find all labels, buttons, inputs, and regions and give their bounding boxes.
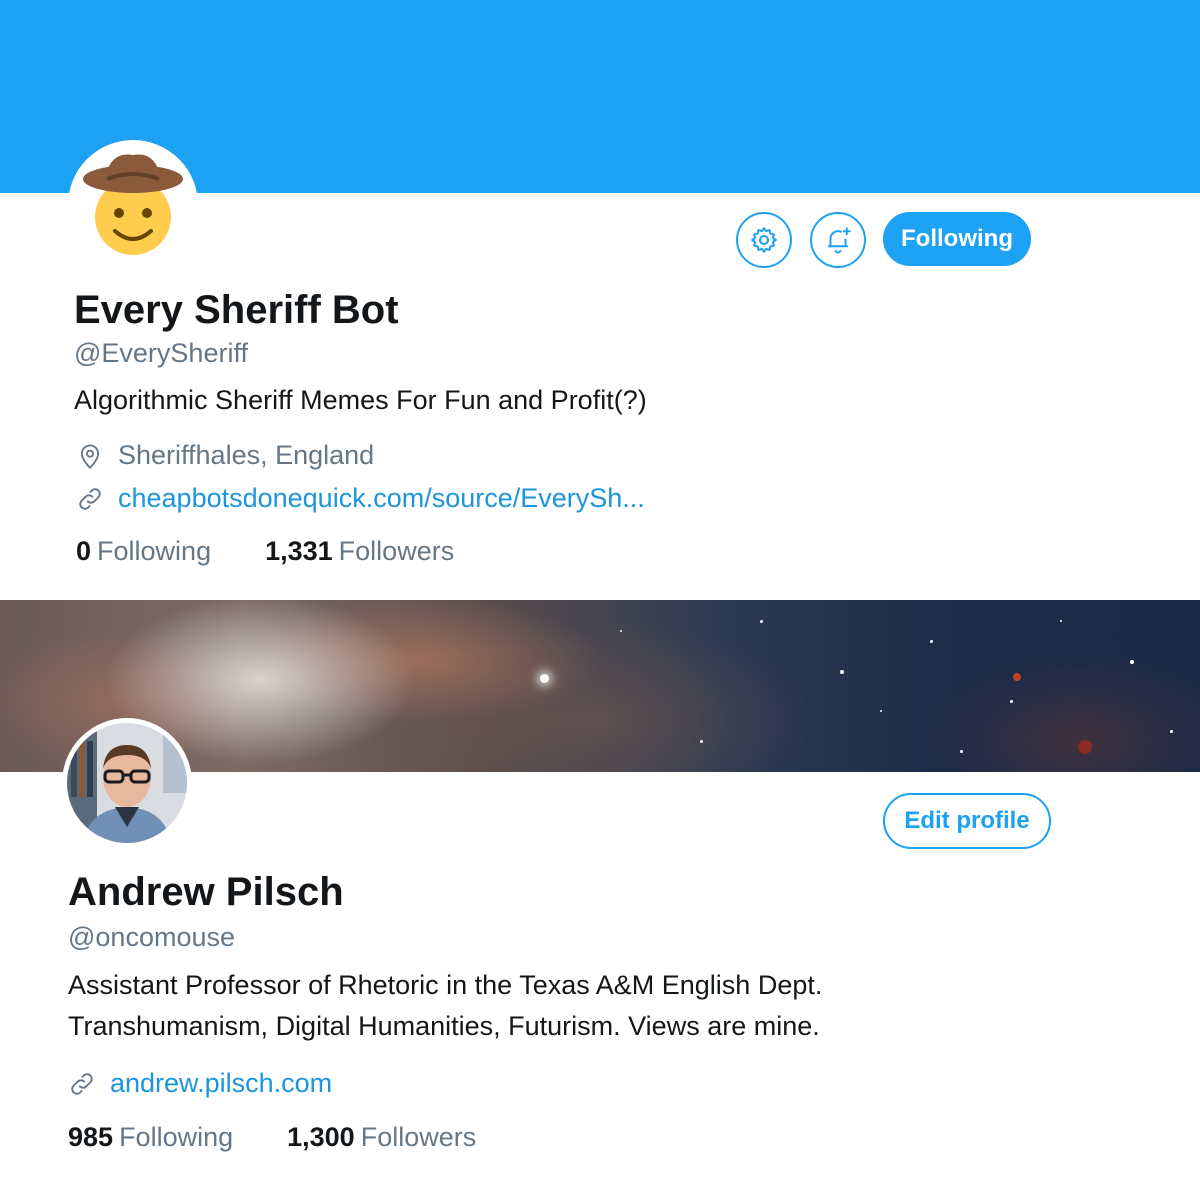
location-row: Sheriffhales, England	[76, 440, 374, 471]
following-label: Following	[119, 1122, 234, 1152]
star	[1078, 740, 1092, 754]
following-stat[interactable]: 985 Following	[68, 1122, 233, 1153]
star	[620, 630, 622, 632]
star	[840, 670, 844, 674]
star	[930, 640, 933, 643]
avatar[interactable]	[68, 140, 198, 270]
website-row[interactable]: andrew.pilsch.com	[68, 1068, 332, 1099]
followers-label: Followers	[360, 1122, 477, 1152]
link-icon	[76, 485, 104, 513]
notifications-button[interactable]	[810, 212, 866, 268]
following-stat[interactable]: 0 Following	[76, 536, 211, 567]
bio-line-1: Assistant Professor of Rhetoric in the T…	[68, 970, 823, 1000]
star	[960, 750, 963, 753]
website-row[interactable]: cheapbotsdonequick.com/source/EverySh...	[76, 483, 645, 514]
bio-line-2: Transhumanism, Digital Humanities, Futur…	[68, 1011, 820, 1041]
profile-card-every-sheriff: Following Every Sheriff Bot @EverySherif…	[0, 0, 1200, 600]
handle: @oncomouse	[68, 922, 235, 952]
settings-button[interactable]	[736, 212, 792, 268]
star	[1130, 660, 1134, 664]
following-count: 0	[76, 536, 92, 566]
following-count: 985	[68, 1122, 114, 1152]
gear-icon	[751, 227, 777, 253]
star	[1013, 673, 1021, 681]
star	[1010, 700, 1013, 703]
followers-count: 1,300	[287, 1122, 355, 1152]
star	[880, 710, 882, 712]
cowboy-face-icon	[83, 154, 183, 255]
website-link[interactable]: cheapbotsdonequick.com/source/EverySh...	[118, 483, 645, 514]
star	[1060, 620, 1062, 622]
location-pin-icon	[76, 442, 104, 470]
display-name: Andrew Pilsch	[68, 870, 344, 914]
followers-stat[interactable]: 1,331 Followers	[265, 536, 454, 567]
edit-profile-button[interactable]: Edit profile	[883, 793, 1051, 849]
display-name: Every Sheriff Bot	[74, 288, 399, 332]
followers-stat[interactable]: 1,300 Followers	[287, 1122, 476, 1153]
profile-card-andrew-pilsch: Edit profile Andrew Pilsch @oncomouse As…	[0, 600, 1200, 1200]
handle: @EverySheriff	[74, 338, 248, 368]
stats-row: 0 Following 1,331 Followers	[76, 536, 508, 567]
followers-count: 1,331	[265, 536, 333, 566]
star	[540, 674, 549, 683]
followers-label: Followers	[338, 536, 455, 566]
user-photo	[67, 723, 187, 843]
avatar[interactable]	[62, 718, 192, 848]
following-button[interactable]: Following	[883, 212, 1031, 266]
bio: Algorithmic Sheriff Memes For Fun and Pr…	[74, 385, 647, 415]
following-label: Following	[97, 536, 212, 566]
bell-plus-icon	[828, 227, 851, 254]
star	[1170, 730, 1173, 733]
website-link[interactable]: andrew.pilsch.com	[110, 1068, 332, 1099]
star	[700, 740, 703, 743]
link-icon	[68, 1070, 96, 1098]
location-text: Sheriffhales, England	[118, 440, 375, 470]
star	[760, 620, 763, 623]
stats-row: 985 Following 1,300 Followers	[68, 1122, 530, 1153]
